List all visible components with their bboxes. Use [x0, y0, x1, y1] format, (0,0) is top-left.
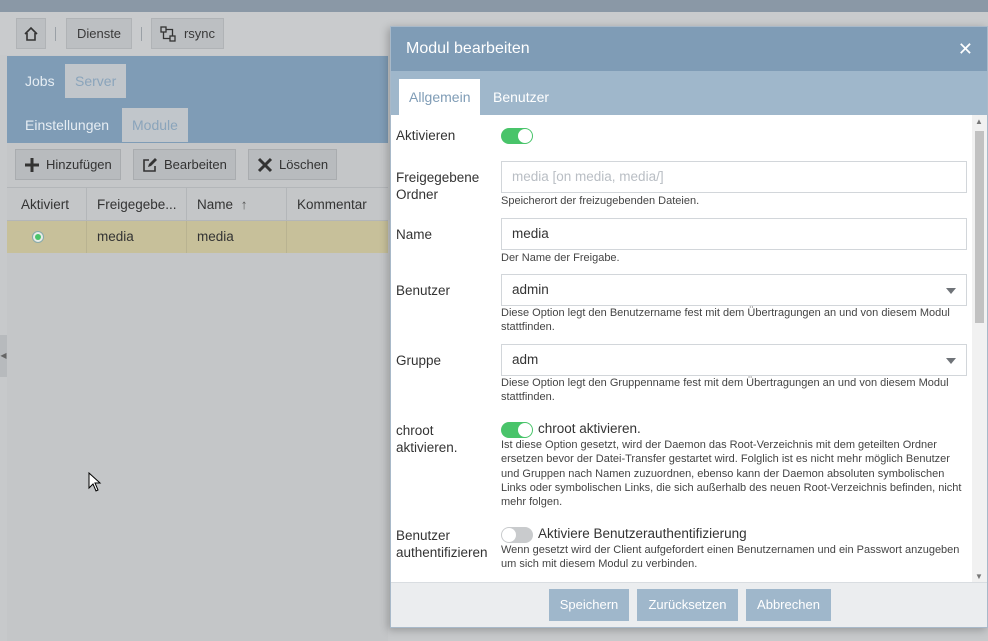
- chroot-hint: Ist diese Option gesetzt, wird der Daemo…: [501, 439, 962, 509]
- save-button[interactable]: Speichern: [549, 589, 629, 621]
- activate-label: Aktivieren: [396, 128, 456, 143]
- grid-header: Aktiviert Freigegebe... Name ↑ Kommentar: [7, 187, 388, 221]
- user-hint: Diese Option legt den Benutzername fest …: [501, 307, 950, 334]
- home-icon: [24, 26, 38, 41]
- grid-body: [7, 253, 388, 641]
- shared-folder-select[interactable]: media [on media, media/]: [501, 161, 967, 193]
- scrollbar-thumb[interactable]: [975, 131, 984, 323]
- grid-toolbar: Hinzufügen Bearbeiten Löschen: [7, 143, 388, 187]
- user-select-value: admin: [512, 282, 549, 297]
- chroot-toggle-label: chroot aktivieren.: [538, 421, 641, 436]
- edit-icon: [143, 157, 157, 172]
- user-label: Benutzer: [396, 283, 451, 298]
- close-icon: [257, 157, 273, 172]
- scroll-up-icon[interactable]: ▲: [975, 117, 983, 126]
- add-button-label: Hinzufügen: [46, 157, 112, 172]
- chevron-down-icon: [946, 358, 956, 364]
- group-label: Gruppe: [396, 353, 442, 368]
- user-select[interactable]: admin: [501, 274, 967, 306]
- plus-icon: [25, 157, 39, 172]
- home-button[interactable]: [16, 18, 46, 49]
- edit-module-dialog: Modul bearbeiten ✕ Allgemein Benutzer Ak…: [390, 26, 988, 628]
- toggle-knob: [502, 528, 516, 542]
- cell-shared-folder: media: [87, 221, 187, 253]
- shared-folder-label: Freigegebene Ordner: [396, 170, 480, 202]
- enabled-indicator-icon: [32, 231, 44, 243]
- cell-enabled: [7, 221, 87, 253]
- toggle-knob: [518, 129, 532, 143]
- scroll-down-icon[interactable]: ▼: [975, 572, 983, 581]
- breadcrumb-services[interactable]: Dienste: [66, 18, 132, 49]
- auth-label: Benutzer authentifizieren: [396, 528, 488, 560]
- breadcrumb-services-label: Dienste: [76, 26, 122, 41]
- tab-settings[interactable]: Einstellungen: [15, 108, 119, 142]
- toggle-knob: [518, 423, 532, 437]
- top-strip: [0, 0, 988, 12]
- column-header-comment[interactable]: Kommentar: [287, 188, 388, 220]
- column-header-enabled[interactable]: Aktiviert: [7, 188, 87, 220]
- tab-modules[interactable]: Module: [122, 108, 188, 142]
- delete-button-label: Löschen: [279, 157, 329, 172]
- cancel-button[interactable]: Abbrechen: [746, 589, 831, 621]
- chroot-toggle[interactable]: [501, 422, 533, 438]
- breadcrumb-rsync[interactable]: rsync: [151, 18, 224, 49]
- reset-button[interactable]: Zurücksetzen: [637, 589, 738, 621]
- group-select[interactable]: adm: [501, 344, 967, 376]
- chevron-down-icon: [946, 288, 956, 294]
- breadcrumb-rsync-label: rsync: [183, 26, 216, 41]
- name-label: Name: [396, 227, 433, 242]
- auth-hint: Wenn gesetzt wird der Client aufgeforder…: [501, 544, 960, 571]
- tab-users[interactable]: Benutzer: [483, 79, 559, 115]
- breadcrumb-separator: [141, 27, 142, 41]
- column-header-name[interactable]: Name ↑: [187, 188, 287, 220]
- column-header-name-label: Name: [197, 197, 234, 212]
- dialog-header: Modul bearbeiten ✕: [391, 27, 987, 71]
- column-header-shared-folder[interactable]: Freigegebe...: [87, 188, 187, 220]
- add-button[interactable]: Hinzufügen: [15, 149, 121, 180]
- table-row[interactable]: media media: [7, 221, 388, 253]
- edit-button[interactable]: Bearbeiten: [133, 149, 236, 180]
- sort-ascending-icon: ↑: [240, 197, 248, 212]
- collapse-handle[interactable]: ◀: [0, 335, 7, 377]
- dialog-footer: Speichern Zurücksetzen Abbrechen: [391, 582, 987, 627]
- dialog-scrollbar[interactable]: ▲ ▼: [972, 115, 987, 583]
- mouse-cursor-icon: [88, 472, 102, 492]
- group-select-value: adm: [512, 352, 539, 367]
- cell-comment: [287, 221, 388, 253]
- shared-folder-hint: Speicherort der freizugebenden Dateien.: [501, 195, 700, 207]
- breadcrumb-separator: [55, 27, 56, 41]
- cell-name: media: [187, 221, 287, 253]
- tab-jobs[interactable]: Jobs: [15, 64, 65, 98]
- network-icon: [160, 25, 176, 42]
- dialog-tabs: Allgemein Benutzer: [391, 71, 987, 115]
- panel-tabs-area: Jobs Server Einstellungen Module: [7, 56, 388, 143]
- auth-toggle[interactable]: [501, 527, 533, 543]
- name-field[interactable]: media: [501, 218, 967, 250]
- chroot-label: chroot aktivieren.: [396, 423, 458, 455]
- dialog-title: Modul bearbeiten: [406, 40, 530, 57]
- close-icon[interactable]: ✕: [958, 27, 973, 71]
- group-hint: Diese Option legt den Gruppenname fest m…: [501, 377, 949, 404]
- delete-button[interactable]: Löschen: [248, 149, 338, 180]
- tab-general[interactable]: Allgemein: [399, 79, 481, 115]
- auth-toggle-label: Aktiviere Benutzerauthentifizierung: [538, 526, 747, 541]
- edit-button-label: Bearbeiten: [164, 157, 227, 172]
- chevron-left-icon: ◀: [0, 351, 7, 360]
- name-hint: Der Name der Freigabe.: [501, 252, 620, 264]
- activate-toggle[interactable]: [501, 128, 533, 144]
- tab-server[interactable]: Server: [65, 64, 127, 98]
- dialog-body: Aktivieren Freigegebene Ordner media [on…: [391, 115, 973, 583]
